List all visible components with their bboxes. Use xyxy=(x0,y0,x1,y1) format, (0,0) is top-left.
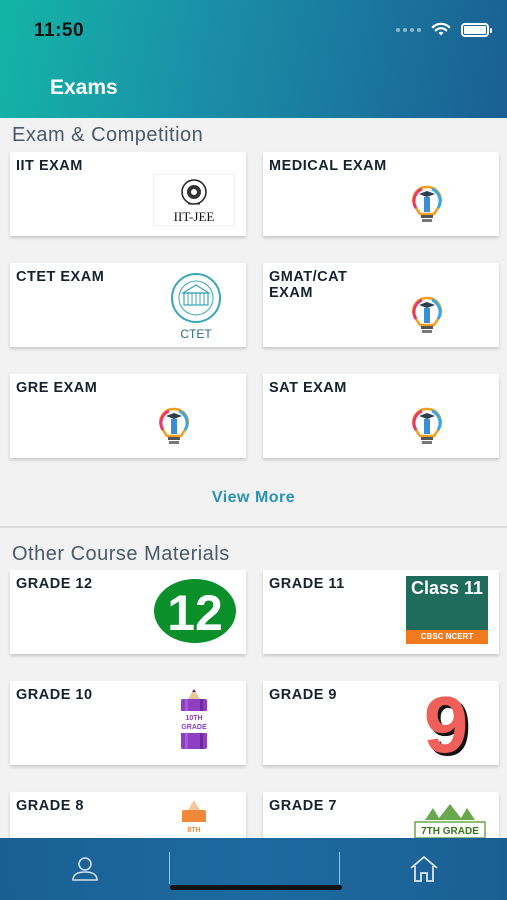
svg-text:12: 12 xyxy=(167,585,223,641)
svg-text:9: 9 xyxy=(424,683,469,761)
card-label: GRADE 7 xyxy=(269,798,337,814)
svg-text:IIT-JEE: IIT-JEE xyxy=(174,209,215,224)
class-11-badge: Class 11 CBSC NCERT xyxy=(406,576,488,644)
card-label: GRADE 9 xyxy=(269,687,337,703)
svg-text:8TH: 8TH xyxy=(187,827,200,834)
card-label: IIT EXAM xyxy=(16,158,83,174)
card-label: MEDICAL EXAM xyxy=(269,158,387,174)
signal-icon xyxy=(396,27,421,32)
view-more-link[interactable]: View More xyxy=(0,489,507,507)
card-label: SAT EXAM xyxy=(269,380,347,396)
battery-icon xyxy=(461,22,492,37)
section-title-courses: Other Course Materials xyxy=(12,543,230,565)
course-card-grade-11[interactable]: GRADE 11 Class 11 CBSC NCERT xyxy=(263,570,499,654)
user-icon[interactable] xyxy=(70,855,100,883)
card-label: GRADE 8 xyxy=(16,798,84,814)
tab-separator xyxy=(339,852,340,884)
grade-12-badge: 12 xyxy=(153,578,237,649)
app-header: 11:50 Exams xyxy=(0,0,507,118)
card-label: GRE EXAM xyxy=(16,380,98,396)
exam-card-medical[interactable]: MEDICAL EXAM xyxy=(263,152,499,236)
status-time: 11:50 xyxy=(34,20,85,41)
wifi-icon xyxy=(431,22,451,36)
7th-grade-badge: 7TH GRADE xyxy=(411,802,489,843)
card-label: CTET EXAM xyxy=(16,269,105,285)
number-9-badge: 9 9 xyxy=(413,680,483,772)
card-label: GMAT/CAT EXAM xyxy=(269,269,348,301)
course-card-grade-12[interactable]: GRADE 12 12 xyxy=(10,570,246,654)
bottom-tab-bar xyxy=(0,838,507,900)
iit-jee-logo: IIT-JEE xyxy=(152,173,236,227)
bulb-icon xyxy=(408,406,446,453)
card-label: GRADE 12 xyxy=(16,576,93,592)
bulb-icon xyxy=(408,295,446,342)
exam-card-iit[interactable]: IIT EXAM IIT-JEE xyxy=(10,152,246,236)
status-icons xyxy=(396,22,492,37)
exam-card-sat[interactable]: SAT EXAM xyxy=(263,374,499,458)
pencil-10th-grade: 10TH GRADE xyxy=(176,689,212,760)
card-label: GRADE 10 xyxy=(16,687,93,703)
card-label: GRADE 11 xyxy=(269,576,345,592)
svg-text:CTET: CTET xyxy=(180,327,212,341)
bulb-icon xyxy=(408,184,446,231)
svg-text:7TH GRADE: 7TH GRADE xyxy=(421,826,479,837)
section-title-exams: Exam & Competition xyxy=(12,124,204,146)
exam-card-gre[interactable]: GRE EXAM xyxy=(10,374,246,458)
exam-card-ctet[interactable]: CTET EXAM CTET xyxy=(10,263,246,347)
bulb-icon xyxy=(155,406,193,453)
svg-text:10TH: 10TH xyxy=(185,715,202,722)
page-title: Exams xyxy=(50,76,118,99)
section-divider xyxy=(0,526,507,528)
svg-text:GRADE: GRADE xyxy=(181,724,207,731)
course-card-grade-10[interactable]: GRADE 10 10TH GRADE xyxy=(10,681,246,765)
home-icon[interactable] xyxy=(408,854,440,884)
home-indicator[interactable] xyxy=(170,885,342,890)
exam-card-gmat-cat[interactable]: GMAT/CAT EXAM xyxy=(263,263,499,347)
course-card-grade-9[interactable]: GRADE 9 9 9 xyxy=(263,680,499,772)
tab-separator xyxy=(169,852,170,884)
ctet-seal-logo: CTET xyxy=(163,271,229,346)
